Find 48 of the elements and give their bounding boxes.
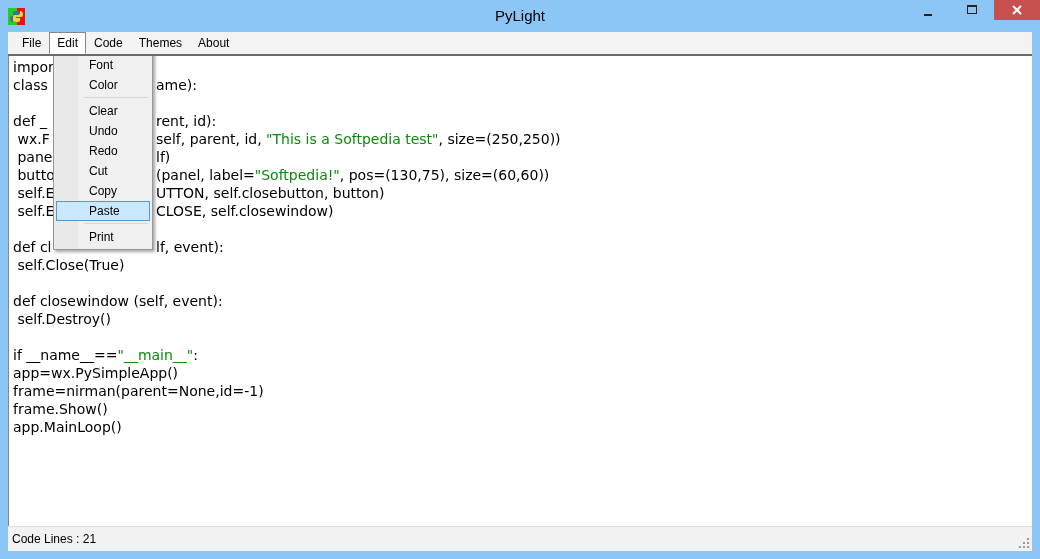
- menu-item[interactable]: Cut: [56, 161, 150, 181]
- menu-item[interactable]: File: [14, 32, 50, 54]
- resize-grip-icon[interactable]: [1019, 538, 1030, 549]
- code-line: rent, id):: [156, 112, 217, 130]
- code-line: wx.F: [16, 130, 50, 148]
- menu-item[interactable]: Code: [86, 32, 131, 54]
- code-line: def cl: [13, 238, 52, 256]
- status-text: Code Lines : 21: [12, 532, 97, 546]
- code-line: self.Close(True): [16, 257, 125, 273]
- code-line: ame):: [156, 76, 197, 94]
- code-line: lf): [156, 148, 171, 166]
- code-line: app=wx.PySimpleApp(): [13, 365, 179, 381]
- maximize-icon: [967, 5, 977, 15]
- code-line: frame.Show(): [13, 401, 108, 417]
- window-title: PyLight: [494, 7, 545, 24]
- menu-item[interactable]: Edit: [49, 32, 87, 54]
- app-logo-icon: [8, 7, 25, 25]
- code-line: self.Destroy(): [16, 311, 111, 327]
- code-line: (panel, label="Softpedia!", pos=(130,75), size=(60,60)): [156, 166, 550, 184]
- menu-item[interactable]: Redo: [56, 141, 150, 161]
- code-line: if __name__=="__main__":: [13, 347, 198, 363]
- menu-item[interactable]: Font: [56, 56, 150, 75]
- code-line: self.E: [16, 202, 55, 220]
- code-line: frame=nirman(parent=None,id=-1): [13, 383, 264, 399]
- close-icon: [1012, 5, 1022, 15]
- menu-item[interactable]: Print: [56, 227, 150, 247]
- code-line: impor: [13, 59, 54, 75]
- code-line: self.E: [16, 184, 55, 202]
- menu-item[interactable]: Paste: [56, 201, 150, 221]
- code-line: def closewindow (self, event):: [13, 293, 223, 309]
- close-button[interactable]: [994, 0, 1040, 20]
- code-line: def _: [13, 112, 47, 130]
- code-line: UTTON, self.closebutton, button): [156, 184, 385, 202]
- code-line: pane: [16, 148, 53, 166]
- code-line: lf, event):: [156, 238, 224, 256]
- menu-item[interactable]: Clear: [56, 101, 150, 121]
- code-editor[interactable]: [8, 56, 1032, 526]
- minimize-icon: [924, 14, 932, 16]
- code-line: butto: [16, 166, 55, 184]
- menu-item[interactable]: Color: [56, 75, 150, 95]
- code-line: CLOSE, self.closewindow): [156, 202, 334, 220]
- code-line: self, parent, id, "This is a Softpedia test", size=(250,250)): [156, 130, 561, 148]
- code-line: app.MainLoop(): [13, 419, 122, 435]
- menu-item[interactable]: Copy: [56, 181, 150, 201]
- menu-item[interactable]: Undo: [56, 121, 150, 141]
- menu-item[interactable]: Themes: [130, 32, 191, 54]
- menu-item[interactable]: About: [190, 32, 238, 54]
- code-line: class: [13, 76, 48, 94]
